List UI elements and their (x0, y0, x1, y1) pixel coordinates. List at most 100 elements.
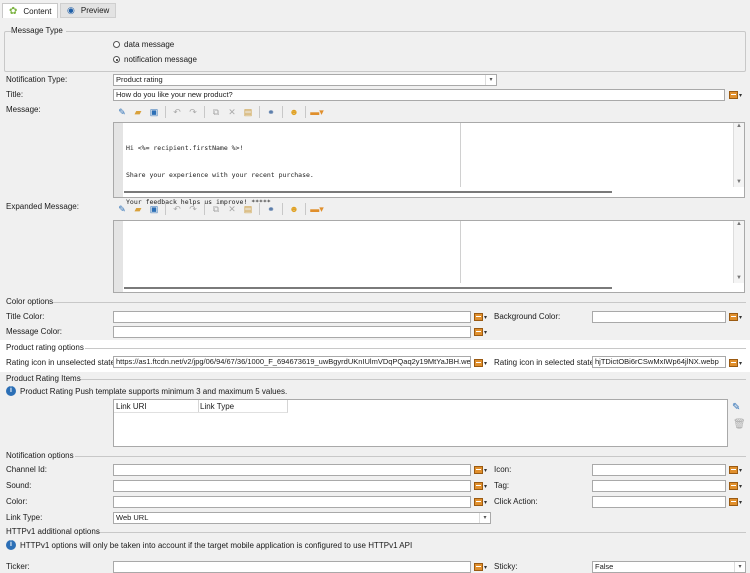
tag-picker[interactable]: ▾ (729, 481, 745, 491)
caret-down-icon: ▾ (484, 467, 488, 474)
scroll-up-icon[interactable]: ▲ (734, 221, 744, 227)
tab-content-label: Content (23, 6, 52, 16)
insert-menu-icon[interactable]: ▬▾ (309, 105, 325, 119)
insert-field-icon (474, 563, 483, 571)
find-icon[interactable]: ⚭ (263, 105, 279, 119)
vertical-scrollbar[interactable]: ▲ ▼ (733, 221, 744, 283)
sticky-select[interactable]: False ▾ (592, 561, 746, 573)
notification-type-select[interactable]: Product rating ▾ (113, 74, 497, 86)
column-link-uri[interactable]: Link URI (116, 402, 147, 411)
click-action-picker[interactable]: ▾ (729, 497, 745, 507)
tab-preview[interactable]: ◉ Preview (60, 3, 116, 18)
redo-icon[interactable]: ↷ (185, 202, 201, 216)
insert-field-icon (729, 482, 738, 490)
personalize-icon[interactable]: ✎ (114, 202, 130, 216)
selected-icon-picker[interactable]: ▾ (729, 358, 745, 368)
caret-down-icon: ▾ (739, 360, 743, 367)
channel-id-input[interactable] (113, 464, 471, 476)
ticker-input[interactable] (113, 561, 471, 573)
insert-field-icon (474, 482, 483, 490)
channel-id-picker[interactable]: ▾ (474, 465, 490, 475)
emoji-icon[interactable]: ☻ (286, 202, 302, 216)
insert-field-icon (729, 313, 738, 321)
column-link-type[interactable]: Link Type (200, 402, 234, 411)
ticker-picker[interactable]: ▾ (474, 562, 490, 572)
find-icon[interactable]: ⚭ (263, 202, 279, 216)
radio-data-message[interactable]: data message (113, 40, 174, 49)
undo-icon[interactable]: ↶ (169, 105, 185, 119)
redo-icon[interactable]: ↷ (185, 105, 201, 119)
title-value: How do you like your new product? (116, 90, 233, 99)
unselected-icon-input[interactable]: https://as1.ftcdn.net/v2/jpg/06/94/67/36… (113, 356, 471, 368)
android-icon: ✿ (9, 5, 18, 17)
httpv1-info: HTTPv1 options will only be taken into a… (20, 541, 413, 550)
personalize-icon[interactable]: ✎ (114, 105, 130, 119)
insert-field-icon (729, 498, 738, 506)
link-type-select[interactable]: Web URL ▾ (113, 512, 491, 524)
rating-items-table[interactable]: Link URI Link Type (113, 399, 728, 447)
background-color-input[interactable] (592, 311, 726, 323)
toolbar-divider (259, 203, 260, 215)
copy-icon[interactable]: ⧉ (208, 202, 224, 216)
title-input[interactable]: How do you like your new product? (113, 89, 725, 101)
message-color-picker[interactable]: ▾ (474, 327, 490, 337)
notification-type-value: Product rating (116, 75, 163, 84)
radio-notification-message[interactable]: notification message (113, 55, 197, 64)
toolbar-divider (165, 203, 166, 215)
message-line: Hi <%= recipient.firstName %>! (126, 144, 244, 152)
delete-item-icon[interactable]: 🗑 (733, 419, 746, 430)
toolbar-divider (305, 203, 306, 215)
icon-picker[interactable]: ▾ (729, 465, 745, 475)
color-input[interactable] (113, 496, 471, 508)
undo-icon[interactable]: ↶ (169, 202, 185, 216)
copy-icon[interactable]: ⧉ (208, 105, 224, 119)
message-label: Message: (6, 105, 41, 114)
color-options-title: Color options (6, 297, 54, 306)
scroll-up-icon[interactable]: ▲ (734, 123, 744, 129)
sound-input[interactable] (113, 480, 471, 492)
insert-field-icon (729, 359, 738, 367)
scroll-down-icon[interactable]: ▼ (734, 179, 744, 185)
scroll-down-icon[interactable]: ▼ (734, 275, 744, 281)
editor-divider (460, 123, 461, 187)
radio-notification-message-label: notification message (124, 55, 197, 64)
add-item-icon[interactable]: ✎ (732, 402, 740, 413)
title-color-picker[interactable]: ▾ (474, 312, 490, 322)
unselected-icon-picker[interactable]: ▾ (474, 358, 490, 368)
expanded-message-editor[interactable]: ▲ ▼ (113, 220, 745, 293)
insert-menu-icon[interactable]: ▬▾ (309, 202, 325, 216)
save-icon[interactable]: ▣ (146, 105, 162, 119)
tag-input[interactable] (592, 480, 726, 492)
radio-data-message-label: data message (124, 40, 175, 49)
editor-gutter (114, 221, 123, 292)
save-icon[interactable]: ▣ (146, 202, 162, 216)
tab-content[interactable]: ✿ Content (2, 3, 58, 18)
horizontal-scrollbar[interactable] (124, 287, 612, 289)
insert-field-icon (729, 466, 738, 474)
message-color-label: Message Color: (6, 327, 63, 336)
sound-picker[interactable]: ▾ (474, 481, 490, 491)
title-color-input[interactable] (113, 311, 471, 323)
paste-icon[interactable]: ▤ (240, 105, 256, 119)
toolbar-divider (165, 106, 166, 118)
icon-label: Icon: (494, 465, 512, 474)
click-action-input[interactable] (592, 496, 726, 508)
open-folder-icon[interactable]: ▰ (130, 105, 146, 119)
message-color-input[interactable] (113, 326, 471, 338)
color-picker[interactable]: ▾ (474, 497, 490, 507)
radio-button[interactable] (113, 41, 120, 48)
cut-icon[interactable]: ✕ (224, 202, 240, 216)
message-editor[interactable]: Hi <%= recipient.firstName %>! Share you… (113, 122, 745, 206)
cut-icon[interactable]: ✕ (224, 105, 240, 119)
emoji-icon[interactable]: ☻ (286, 105, 302, 119)
radio-button-selected[interactable] (113, 56, 120, 63)
horizontal-scrollbar[interactable] (124, 191, 612, 193)
selected-icon-input[interactable]: hjTDictOBi6rCSwMxIWp64jlNX.webp (592, 356, 726, 368)
title-picker-button[interactable]: ▾ (729, 90, 745, 100)
color-options-divider (52, 302, 746, 303)
vertical-scrollbar[interactable]: ▲ ▼ (733, 123, 744, 187)
open-folder-icon[interactable]: ▰ (130, 202, 146, 216)
icon-input[interactable] (592, 464, 726, 476)
background-color-picker[interactable]: ▾ (729, 312, 745, 322)
paste-icon[interactable]: ▤ (240, 202, 256, 216)
